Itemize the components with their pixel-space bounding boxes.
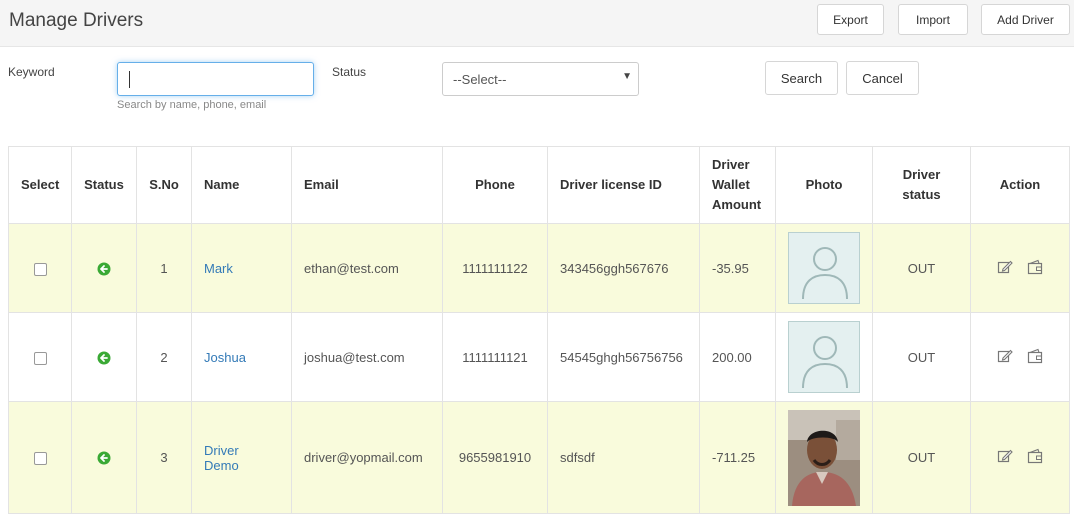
green-refresh-icon[interactable] bbox=[97, 451, 111, 465]
col-action: Action bbox=[970, 146, 1070, 224]
table-row: 2 Joshua joshua@test.com 1111111121 5454… bbox=[8, 312, 1070, 402]
row-phone: 1111111122 bbox=[442, 223, 548, 313]
col-license: Driver license ID bbox=[547, 146, 700, 224]
import-button[interactable]: Import bbox=[898, 4, 968, 35]
table-row: 3 Driver Demo driver@yopmail.com 9655981… bbox=[8, 401, 1070, 514]
driver-name-link[interactable]: Mark bbox=[204, 261, 233, 276]
text-caret bbox=[129, 71, 130, 88]
row-wallet: -711.25 bbox=[699, 401, 776, 514]
caret-down-icon: ▼ bbox=[622, 71, 632, 82]
edit-icon[interactable] bbox=[997, 448, 1013, 464]
row-email: joshua@test.com bbox=[291, 312, 443, 402]
col-driver-status-line2: status bbox=[902, 187, 941, 202]
page-title: Manage Drivers bbox=[9, 10, 144, 31]
row-sno: 2 bbox=[136, 312, 192, 402]
keyword-input[interactable] bbox=[117, 62, 314, 96]
drivers-table: Select Status S.No Name Email Phone Driv… bbox=[8, 146, 1070, 514]
row-driver-status: OUT bbox=[872, 223, 971, 313]
row-select-checkbox[interactable] bbox=[33, 452, 47, 466]
row-email: driver@yopmail.com bbox=[291, 401, 443, 514]
edit-icon[interactable] bbox=[997, 259, 1013, 275]
col-wallet-line3: Amount bbox=[712, 197, 762, 212]
table-row: 1 Mark ethan@test.com 1111111122 343456g… bbox=[8, 223, 1070, 313]
col-driver-status: Driver status bbox=[872, 146, 971, 224]
col-wallet-line2: Wallet bbox=[712, 177, 750, 192]
wallet-icon[interactable] bbox=[1027, 448, 1043, 464]
col-photo: Photo bbox=[775, 146, 873, 224]
col-wallet: Driver Wallet Amount bbox=[699, 146, 776, 224]
keyword-label: Keyword bbox=[8, 65, 55, 79]
add-driver-button[interactable]: Add Driver bbox=[981, 4, 1070, 35]
table-header-row: Select Status S.No Name Email Phone Driv… bbox=[8, 146, 1070, 224]
row-driver-status: OUT bbox=[872, 401, 971, 514]
keyword-hint: Search by name, phone, email bbox=[117, 99, 267, 111]
col-status: Status bbox=[71, 146, 137, 224]
driver-name-line2: Demo bbox=[204, 457, 239, 473]
status-label: Status bbox=[332, 65, 367, 79]
driver-name-link[interactable]: Driver Demo bbox=[204, 443, 279, 473]
status-select[interactable]: --Select-- ▼ bbox=[442, 62, 639, 96]
edit-icon[interactable] bbox=[997, 348, 1013, 364]
row-sno: 3 bbox=[136, 401, 192, 514]
wallet-icon[interactable] bbox=[1027, 259, 1043, 275]
row-phone: 9655981910 bbox=[442, 401, 548, 514]
status-select-value: --Select-- bbox=[453, 72, 507, 87]
search-button[interactable]: Search bbox=[765, 61, 838, 95]
row-wallet: 200.00 bbox=[699, 312, 776, 402]
green-refresh-icon[interactable] bbox=[97, 351, 111, 365]
row-license: 54545ghgh56756756 bbox=[547, 312, 700, 402]
driver-photo bbox=[788, 409, 860, 506]
col-driver-status-line1: Driver bbox=[902, 167, 941, 182]
row-license: 343456ggh567676 bbox=[547, 223, 700, 313]
driver-name-line1: Driver bbox=[204, 442, 239, 458]
row-phone: 1111111121 bbox=[442, 312, 548, 402]
col-sno: S.No bbox=[136, 146, 192, 224]
row-wallet: -35.95 bbox=[699, 223, 776, 313]
driver-name-link[interactable]: Joshua bbox=[204, 350, 246, 365]
row-select-checkbox[interactable] bbox=[33, 262, 47, 276]
placeholder-avatar bbox=[788, 232, 860, 304]
row-driver-status: OUT bbox=[872, 312, 971, 402]
col-wallet-line1: Driver bbox=[712, 157, 750, 172]
row-license: sdfsdf bbox=[547, 401, 700, 514]
cancel-button[interactable]: Cancel bbox=[846, 61, 919, 95]
col-phone: Phone bbox=[442, 146, 548, 224]
placeholder-avatar bbox=[788, 321, 860, 393]
top-bar: Manage Drivers Export Import Add Driver bbox=[0, 0, 1074, 47]
row-select-checkbox[interactable] bbox=[33, 351, 47, 365]
row-sno: 1 bbox=[136, 223, 192, 313]
row-email: ethan@test.com bbox=[291, 223, 443, 313]
wallet-icon[interactable] bbox=[1027, 348, 1043, 364]
col-name: Name bbox=[191, 146, 292, 224]
col-select: Select bbox=[8, 146, 72, 224]
col-email: Email bbox=[291, 146, 443, 224]
green-refresh-icon[interactable] bbox=[97, 262, 111, 276]
export-button[interactable]: Export bbox=[817, 4, 884, 35]
